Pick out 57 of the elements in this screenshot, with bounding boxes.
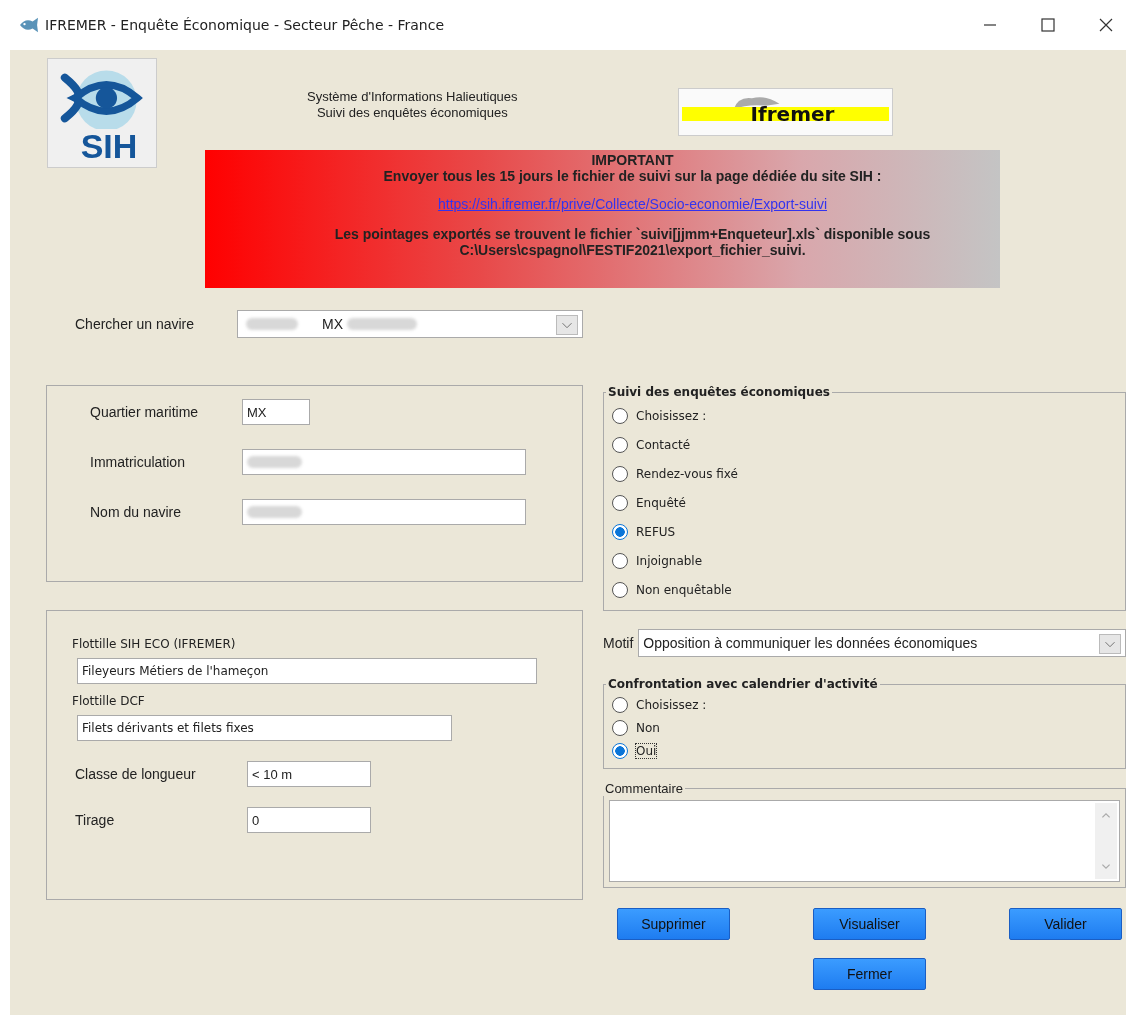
close-icon[interactable] <box>1098 17 1114 33</box>
radio-label: Injoignable <box>636 553 703 568</box>
maximize-icon[interactable] <box>1040 17 1056 33</box>
banner-heading: IMPORTANT <box>591 152 674 168</box>
radio-button[interactable] <box>612 581 628 598</box>
field-label: Flottille SIH ECO (IFREMER) <box>72 637 237 651</box>
header-text: Système d'Informations Halieutiques <box>307 89 518 105</box>
radio-button[interactable] <box>612 494 628 511</box>
banner-text: Envoyer tous les 15 jours le fichier de suivi sur la page dédiée du site SIH : <box>383 168 882 184</box>
field-label: Classe de longueur <box>75 766 197 782</box>
radio-button[interactable] <box>612 696 628 713</box>
window-title: IFREMER - Enquête Économique - Secteur Pêche - France <box>45 17 445 33</box>
action-button[interactable]: Fermer <box>813 958 926 990</box>
comment-field[interactable] <box>609 800 1120 882</box>
action-button[interactable]: Visualiser <box>813 908 926 940</box>
header-text: Suivi des enquêtes économiques <box>316 105 508 121</box>
radio-label: Rendez-vous fixé <box>636 466 738 481</box>
action-button[interactable]: Supprimer <box>617 908 730 940</box>
field-label: Flottille DCF <box>72 694 146 708</box>
action-button[interactable]: Valider <box>1009 908 1122 940</box>
radio-button[interactable] <box>612 523 628 540</box>
text-field[interactable]: Fileyeurs Métiers de l'hameçon <box>77 658 537 684</box>
radio-button[interactable] <box>612 719 628 736</box>
radio-button[interactable] <box>612 436 628 453</box>
radio-label: Non <box>636 720 660 735</box>
radio-label: Contacté <box>636 437 691 452</box>
radio-label: Enquêté <box>636 495 686 510</box>
radio-label: REFUS <box>636 524 676 539</box>
motif-dropdown[interactable]: Opposition à communiquer les données économiques <box>638 629 1126 657</box>
text-field[interactable]: < 10 m <box>247 761 371 787</box>
field-label: Nom du navire <box>90 504 183 520</box>
text-field[interactable] <box>242 449 526 475</box>
field-label: Tirage <box>75 812 116 828</box>
sih-logo: SIH <box>47 58 157 168</box>
banner-note: Les pointages exportés se trouvent le fichier `suivi[jjmm+Enqueteur].xls` disponible sous C:\Users\cspagnol\FESTIF2021\export_fichier_suivi. <box>334 226 931 258</box>
radio-button[interactable] <box>612 742 628 759</box>
group-title: Confrontation avec calendrier d'activité <box>607 677 879 691</box>
text-field[interactable] <box>242 499 526 525</box>
group-title: Commentaire <box>604 781 685 796</box>
search-label: Chercher un navire <box>75 316 196 332</box>
ifremer-logo: Ifremer <box>677 88 893 136</box>
radio-button[interactable] <box>612 552 628 569</box>
radio-label: Non enquêtable <box>636 582 732 597</box>
group-title: Suivi des enquêtes économiques <box>607 385 831 399</box>
vessel-search-dropdown[interactable]: MX <box>237 310 583 338</box>
field-label: Immatriculation <box>90 454 186 470</box>
radio-label: Choisissez : <box>636 697 707 712</box>
text-field[interactable]: 0 <box>247 807 371 833</box>
radio-button[interactable] <box>612 407 628 424</box>
field-label: Quartier maritime <box>90 404 200 420</box>
fish-icon <box>18 16 40 34</box>
radio-button[interactable] <box>612 465 628 482</box>
motif-label: Motif <box>603 635 634 651</box>
text-field[interactable]: Filets dérivants et filets fixes <box>77 715 452 741</box>
radio-label: Choisissez : <box>636 408 707 423</box>
radio-label: Oui <box>636 743 657 758</box>
text-field[interactable]: MX <box>242 399 310 425</box>
